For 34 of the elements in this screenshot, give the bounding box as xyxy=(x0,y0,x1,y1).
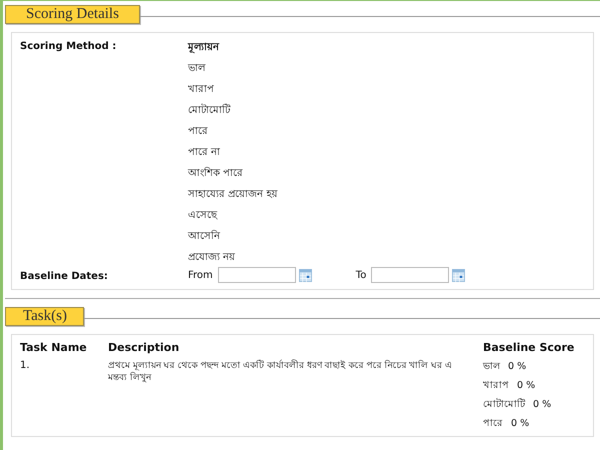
score-label: খারাপ xyxy=(483,379,509,392)
column-header: Description xyxy=(108,341,180,354)
method-option: আংশিক পারে xyxy=(188,167,585,181)
method-option: ভাল xyxy=(188,62,585,76)
score-value: 0 % xyxy=(517,379,536,392)
method-option: মোটামোটি xyxy=(188,104,585,118)
score-value: 0 % xyxy=(508,360,526,373)
date-field[interactable] xyxy=(218,267,296,283)
score-label: ভাল xyxy=(483,360,500,373)
section-legend: Scoring Details xyxy=(5,5,140,24)
method-option: এসেছে xyxy=(188,209,585,223)
method-option: খারাপ xyxy=(188,83,585,97)
score-label: পারে xyxy=(483,417,503,430)
to-label: To xyxy=(356,270,366,280)
method-option: প্রযোজ্য নয় xyxy=(188,251,585,265)
from-label: From xyxy=(188,270,213,280)
section-legend: Task(s) xyxy=(5,307,84,326)
column-header: Baseline Score xyxy=(483,341,576,354)
calendar-icon[interactable] xyxy=(452,268,466,282)
score-label: মোটামোটি xyxy=(483,398,525,411)
method-option: আসেনি xyxy=(188,230,585,244)
field-label: Scoring Method : xyxy=(20,41,118,54)
table-cell-text: 1. xyxy=(20,360,31,371)
method-option: মূল্যায়ন xyxy=(188,41,585,55)
method-option: পারে xyxy=(188,125,585,139)
score-value: 0 % xyxy=(533,398,552,411)
field-label: Baseline Dates: xyxy=(20,271,109,283)
column-header: Task Name xyxy=(20,341,88,354)
date-field[interactable] xyxy=(371,267,450,283)
table-cell-text: প্রথমে মূল্যায়ন ঘর থেকে পছন্দ মতো একটি কার্যাবলীর ধরণ বাছাই করে পরে নিচের খালি ঘর এ মন্তব্য লিখুন xyxy=(108,360,453,384)
method-option: সাহায্যের প্রয়োজন হয় xyxy=(188,188,585,202)
calendar-icon[interactable] xyxy=(298,268,312,282)
score-value: 0 % xyxy=(511,417,530,430)
method-option: পারে না xyxy=(188,146,585,160)
